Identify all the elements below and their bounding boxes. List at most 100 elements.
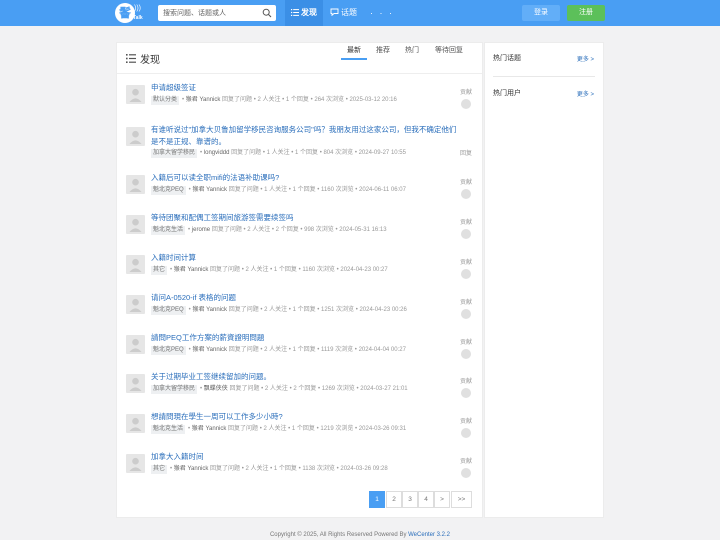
user-name-link[interactable]: 猴君 Yannick — [192, 307, 227, 313]
user-name-link[interactable]: 猴君 Yannick — [174, 267, 209, 273]
question-title-link[interactable]: 入籍后可以读全职mifi的法语补助课吗? — [151, 172, 461, 184]
meta-text: 回复了问题 • 2 人关注 • 1 个回复 • 1251 次浏览 • 2024-… — [228, 307, 407, 313]
user-name-link[interactable]: 飘蝶侠侠 — [204, 386, 228, 392]
sound-wave-icon: ))) — [134, 5, 141, 12]
search-input[interactable] — [158, 5, 258, 21]
user-avatar[interactable] — [126, 215, 145, 234]
user-name-link[interactable]: longviddd — [204, 150, 230, 156]
user-name-link[interactable]: 猴君 Yannick — [192, 187, 227, 193]
user-avatar[interactable] — [126, 414, 145, 433]
nav-more[interactable]: · · · — [370, 0, 394, 26]
user-name-link[interactable]: 猴君 Yannick — [174, 466, 209, 472]
topic-tag[interactable]: 魁北克PEQ — [151, 306, 186, 315]
question-title-link[interactable]: 請問PEQ工作方案的薪資證明問題 — [151, 332, 461, 344]
topic-tag[interactable]: 加拿大留学移民 — [151, 149, 198, 158]
topic-tag[interactable]: 魁北克生活 — [151, 425, 186, 434]
tab-hot[interactable]: 热门 — [401, 43, 423, 60]
site-logo[interactable]: 鬠 ))) Talk — [115, 2, 145, 24]
user-avatar[interactable] — [126, 175, 145, 194]
page-2-button[interactable]: 2 — [386, 491, 402, 508]
question-item: 想請問現在學生一周可以工作多少小時? 魁北克生活 • 猴君 Yannick 回复了问… — [117, 403, 482, 442]
contribution-label: 贡献 — [460, 340, 473, 346]
list-icon — [291, 8, 299, 16]
topic-tag[interactable]: 其它 — [151, 266, 168, 275]
last-page-button[interactable]: >> — [451, 491, 472, 508]
contribution-label: 回复 — [460, 151, 473, 157]
user-name-link[interactable]: jerome — [192, 227, 210, 233]
meta-text: 回复了问题 • 2 人关注 • 2 个回复 • 1269 次浏览 • 2024-… — [229, 386, 408, 392]
meta-text: 回复了问题 • 1 人关注 • 1 个回复 • 1160 次浏览 • 2024-… — [228, 187, 406, 193]
logo-mark: 鬠 — [115, 3, 135, 23]
user-name-link[interactable]: 猴君 Yannick — [192, 347, 227, 353]
nav-discover[interactable]: 发现 — [285, 0, 323, 26]
topic-tag[interactable]: 加拿大留学移民 — [151, 385, 198, 394]
user-avatar[interactable] — [126, 335, 145, 354]
meta-text: 回复了问题 • 2 人关注 • 1 个回复 • 1160 次浏览 • 2024-… — [210, 267, 388, 273]
search-box — [158, 5, 276, 21]
hot-users-more-link[interactable]: 更多 > — [577, 89, 594, 98]
contributor-avatar[interactable] — [461, 269, 471, 279]
user-avatar[interactable] — [126, 127, 145, 146]
question-item: 加拿大入籍时间 其它 • 猴君 Yannick 回复了问题 • 2 人关注 • 1 … — [117, 443, 482, 482]
tab-latest[interactable]: 最新 — [341, 43, 367, 60]
question-item: 入籍后可以读全职mifi的法语补助课吗? 魁北克PEQ • 猴君 Yannick 回… — [117, 164, 482, 203]
contributor-avatar[interactable] — [461, 229, 471, 239]
page-3-button[interactable]: 3 — [402, 491, 418, 508]
footer-powered-link[interactable]: WeCenter 3.2.2 — [408, 532, 450, 538]
login-button[interactable]: 登录 — [522, 5, 560, 21]
question-title-link[interactable]: 申请超级签证 — [151, 82, 461, 94]
user-avatar[interactable] — [126, 454, 145, 473]
logo-text: Talk — [133, 15, 143, 21]
search-icon[interactable] — [262, 8, 272, 18]
hot-topics-title: 热门话题 — [493, 55, 521, 62]
topic-tag[interactable]: 其它 — [151, 465, 168, 474]
nav-topic[interactable]: 话题 — [330, 0, 360, 26]
hot-topics-more-link[interactable]: 更多 > — [577, 54, 594, 63]
question-meta: 魁北克生活 • jerome 回复了问题 • 2 人关注 • 2 个回复 • 99… — [151, 226, 387, 235]
user-name-link[interactable]: 猴君 Yannick — [186, 97, 221, 103]
question-title-link[interactable]: 有谁听说过"加拿大贝鲁加留学移民咨询服务公司"吗？我朋友用过这家公司，但我不确定… — [151, 124, 461, 148]
contribution-label: 贡献 — [460, 379, 473, 385]
question-meta: 魁北克PEQ • 猴君 Yannick 回复了问题 • 1 人关注 • 1 个回复… — [151, 186, 406, 195]
contributor-avatar[interactable] — [461, 428, 471, 438]
contributor-avatar[interactable] — [461, 309, 471, 319]
user-avatar[interactable] — [126, 374, 145, 393]
topic-tag[interactable]: 魁北克PEQ — [151, 186, 186, 195]
topic-tag[interactable]: 默认分类 — [151, 96, 180, 105]
meta-text: 回复了问题 • 2 人关注 • 2 个回复 • 998 次浏览 • 2024-0… — [211, 227, 387, 233]
tab-waiting-reply[interactable]: 等待回复 — [431, 43, 467, 60]
user-avatar[interactable] — [126, 85, 145, 104]
contributor-avatar[interactable] — [461, 468, 471, 478]
topic-tag[interactable]: 魁北克生活 — [151, 226, 186, 235]
question-title-link[interactable]: 想請問現在學生一周可以工作多少小時? — [151, 411, 461, 423]
default-avatar-icon — [129, 130, 142, 144]
meta-text: 回复了问题 • 2 人关注 • 1 个回复 • 264 次浏览 • 2025-0… — [222, 97, 397, 103]
tab-recommended[interactable]: 推荐 — [371, 43, 395, 60]
question-title-link[interactable]: 请问A-0520-if 表格的问题 — [151, 292, 461, 304]
contributor-avatar[interactable] — [461, 388, 471, 398]
question-title-link[interactable]: 关于过期毕业工签继续留加的问题。 — [151, 371, 461, 383]
contributor-avatar[interactable] — [461, 349, 471, 359]
question-item: 入籍时间计算 其它 • 猴君 Yannick 回复了问题 • 2 人关注 • 1 个… — [117, 244, 482, 283]
register-button[interactable]: 注册 — [567, 5, 605, 21]
question-title-link[interactable]: 等待团聚和配偶工签期间旅游签需要续签吗 — [151, 212, 461, 224]
user-name-link[interactable]: 猴君 Yannick — [192, 426, 227, 432]
panel-header: 发现 最新 推荐 热门 等待回复 — [117, 43, 482, 74]
page-4-button[interactable]: 4 — [418, 491, 434, 508]
contributor-avatar[interactable] — [461, 189, 471, 199]
question-title-link[interactable]: 入籍时间计算 — [151, 252, 461, 264]
user-avatar[interactable] — [126, 295, 145, 314]
meta-text: 回复了问题 • 1 人关注 • 1 个回复 • 804 次浏览 • 2024-0… — [231, 150, 406, 156]
question-item: 等待团聚和配偶工签期间旅游签需要续签吗 魁北克生活 • jerome 回复了问题 •… — [117, 204, 482, 243]
user-avatar[interactable] — [126, 255, 145, 274]
question-title-link[interactable]: 加拿大入籍时间 — [151, 451, 461, 463]
question-meta: 加拿大留学移民 • 飘蝶侠侠 回复了问题 • 2 人关注 • 2 个回复 • 12… — [151, 385, 408, 394]
page-1-button[interactable]: 1 — [369, 491, 385, 508]
nav-topic-label: 话题 — [341, 8, 357, 17]
next-page-button[interactable]: > — [434, 491, 450, 508]
topic-tag[interactable]: 魁北克PEQ — [151, 346, 186, 355]
question-item: 有谁听说过"加拿大贝鲁加留学移民咨询服务公司"吗？我朋友用过这家公司，但我不确定… — [117, 116, 482, 158]
contributor-avatar[interactable] — [461, 99, 471, 109]
meta-text: 回复了问题 • 2 人关注 • 1 个回复 • 1119 次浏览 • 2024-… — [228, 347, 406, 353]
meta-text: 回复了问题 • 2 人关注 • 1 个回复 • 1138 次浏览 • 2024-… — [210, 466, 388, 472]
